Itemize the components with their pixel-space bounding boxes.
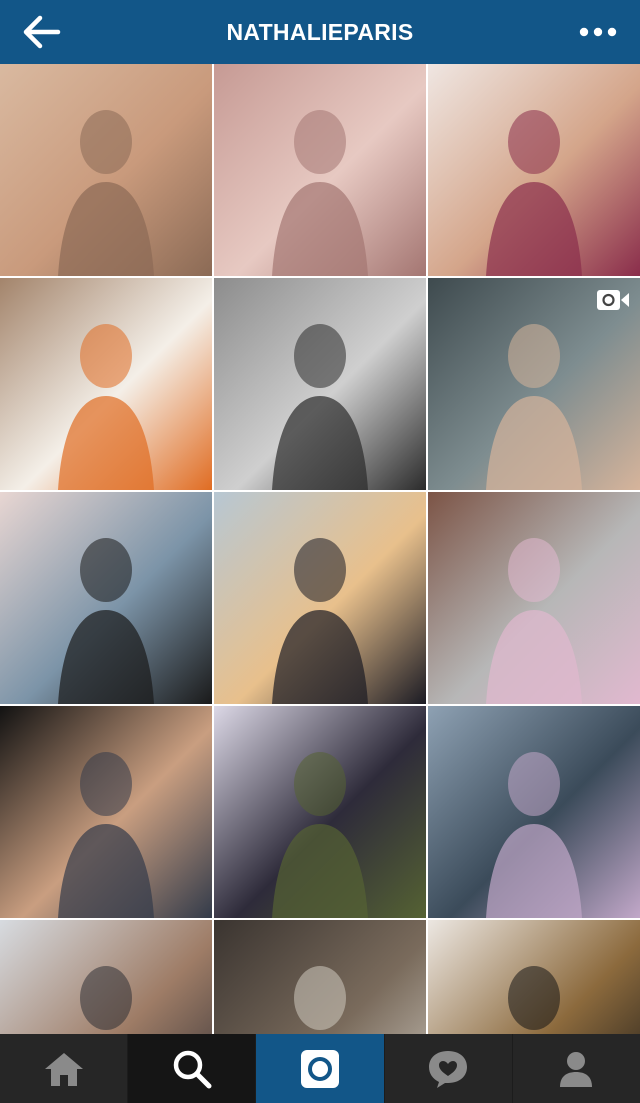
camera-icon xyxy=(301,1049,339,1088)
post-thumbnail xyxy=(428,920,640,1034)
tab-camera[interactable] xyxy=(255,1034,384,1103)
video-camera-icon xyxy=(597,290,629,310)
arrow-left-icon xyxy=(23,15,61,49)
post-thumbnail xyxy=(214,920,426,1034)
grid-photo-tile[interactable] xyxy=(0,64,212,276)
post-thumbnail xyxy=(0,64,212,276)
grid-photo-tile[interactable] xyxy=(214,278,426,490)
grid-photo-tile[interactable] xyxy=(0,920,212,1034)
tab-search[interactable] xyxy=(127,1034,256,1103)
bottom-tab-bar xyxy=(0,1034,640,1103)
tab-profile[interactable] xyxy=(511,1034,640,1103)
grid-photo-tile[interactable] xyxy=(428,492,640,704)
post-thumbnail xyxy=(428,492,640,704)
top-bar: NATHALIEPARIS xyxy=(0,0,640,64)
profile-username-title: NATHALIEPARIS xyxy=(226,19,414,45)
tab-activity[interactable] xyxy=(383,1034,512,1103)
grid-photo-tile[interactable] xyxy=(214,706,426,918)
grid-photo-tile[interactable] xyxy=(0,492,212,704)
grid-photo-tile[interactable] xyxy=(428,64,640,276)
post-thumbnail xyxy=(0,278,212,490)
post-thumbnail xyxy=(0,706,212,918)
grid-photo-tile[interactable] xyxy=(214,920,426,1034)
post-thumbnail xyxy=(214,706,426,918)
post-thumbnail xyxy=(0,920,212,1034)
tab-home[interactable] xyxy=(0,1034,128,1103)
grid-video-tile[interactable] xyxy=(428,278,640,490)
home-icon xyxy=(44,1052,83,1086)
back-button[interactable] xyxy=(18,12,64,52)
grid-photo-tile[interactable] xyxy=(214,492,426,704)
person-icon xyxy=(560,1051,593,1087)
post-thumbnail xyxy=(428,64,640,276)
grid-photo-tile[interactable] xyxy=(0,278,212,490)
more-options-button[interactable] xyxy=(578,16,618,48)
post-thumbnail xyxy=(214,64,426,276)
post-thumbnail xyxy=(0,492,212,704)
more-dots-icon xyxy=(579,27,617,37)
search-icon xyxy=(173,1050,212,1088)
heart-bubble-icon xyxy=(429,1050,468,1088)
photo-grid xyxy=(0,64,640,1034)
app-window: NATHALIEPARIS xyxy=(0,0,640,1103)
grid-photo-tile[interactable] xyxy=(0,706,212,918)
post-thumbnail xyxy=(214,492,426,704)
post-thumbnail xyxy=(214,278,426,490)
grid-photo-tile[interactable] xyxy=(428,706,640,918)
grid-photo-tile[interactable] xyxy=(214,64,426,276)
grid-photo-tile[interactable] xyxy=(428,920,640,1034)
post-thumbnail xyxy=(428,706,640,918)
